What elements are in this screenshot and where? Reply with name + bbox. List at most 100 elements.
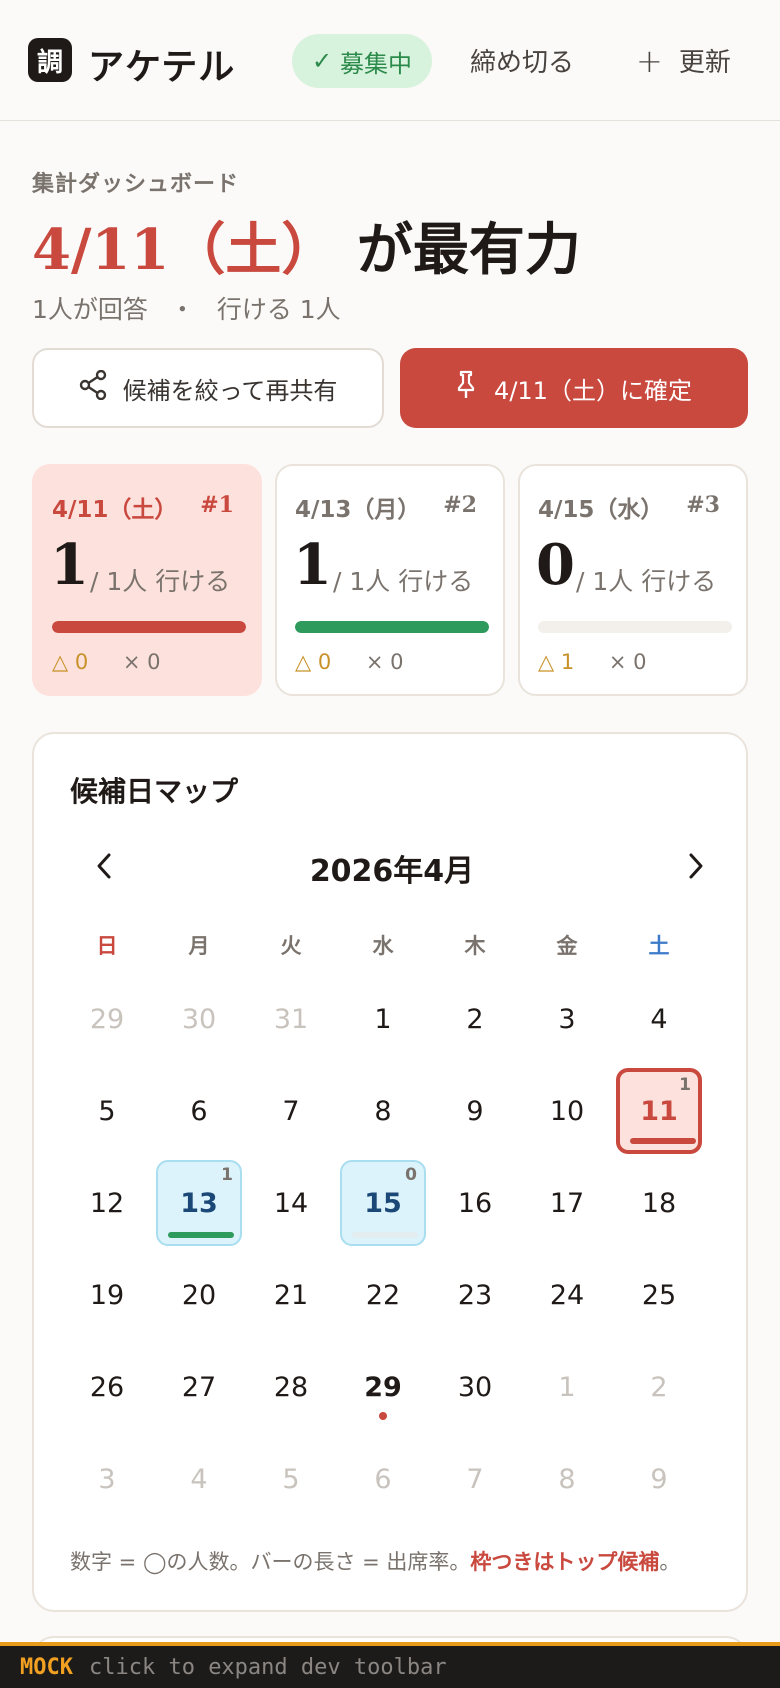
calendar-legend-note: 数字 = ◯の人数。バーの長さ = 出席率。枠つきはトップ候補。 — [70, 1546, 680, 1576]
close-poll-button[interactable]: 締め切る — [470, 42, 574, 79]
calendar-day[interactable]: 1 — [524, 1344, 610, 1430]
toolbar-hint: click to expand dev toolbar — [88, 1654, 447, 1680]
attendance-mini-bar-fill — [630, 1138, 696, 1144]
next-month-button[interactable] — [676, 846, 716, 886]
calendar-title: 候補日マップ — [70, 775, 239, 808]
calendar-day[interactable]: 25 — [616, 1252, 702, 1338]
attendance-mini-bar-fill — [168, 1232, 234, 1238]
calendar-day[interactable]: 6 — [156, 1068, 242, 1154]
calendar-day[interactable]: 8 — [524, 1436, 610, 1522]
calendar-day-candidate[interactable]: 13 1 — [156, 1160, 242, 1246]
calendar-day[interactable]: 22 — [340, 1252, 426, 1338]
reshare-button[interactable]: 候補を絞って再共有 — [32, 348, 384, 428]
calendar-day[interactable]: 7 — [432, 1436, 518, 1522]
attendance-bar — [295, 621, 489, 633]
calendar-day[interactable]: 27 — [156, 1344, 242, 1430]
calendar-day[interactable]: 26 — [64, 1344, 150, 1430]
day-number: 3 — [558, 1003, 576, 1035]
summary-separator: ・ — [169, 295, 195, 324]
day-number: 27 — [181, 1371, 217, 1403]
calendar-day[interactable]: 19 — [64, 1252, 150, 1338]
calendar-day[interactable]: 28 — [248, 1344, 334, 1430]
attendance-bar — [538, 621, 732, 633]
calendar-day[interactable]: 1 — [340, 976, 426, 1062]
calendar-day[interactable]: 8 — [340, 1068, 426, 1154]
calendar-day[interactable]: 6 — [340, 1436, 426, 1522]
candidate-available-count: 1 — [293, 532, 332, 598]
calendar-day[interactable]: 2 — [432, 976, 518, 1062]
calendar-day[interactable]: 10 — [524, 1068, 610, 1154]
status-badge[interactable]: ✓ 募集中 — [292, 34, 432, 88]
app-header: 調 アケテル ✓ 募集中 締め切る + 更新 — [0, 0, 780, 121]
legend-emphasis: 枠つきはトップ候補 — [470, 1550, 660, 1574]
status-badge-label: 募集中 — [340, 49, 413, 78]
candidate-card[interactable]: 4/15（水） #3 0 / 1人 行ける △ 1 × 0 — [518, 464, 748, 696]
calendar-day[interactable]: 31 — [248, 976, 334, 1062]
candidate-breakdown: △ 1 × 0 — [538, 650, 647, 674]
calendar-day[interactable]: 18 — [616, 1160, 702, 1246]
refresh-button[interactable]: + 更新 — [636, 42, 731, 79]
calendar-day[interactable]: 30 — [432, 1344, 518, 1430]
attendance-bar-fill — [52, 621, 246, 633]
day-number: 22 — [365, 1279, 401, 1311]
calendar-day[interactable]: 24 — [524, 1252, 610, 1338]
calendar-day[interactable]: 4 — [156, 1436, 242, 1522]
day-number: 1 — [374, 1003, 392, 1035]
calendar-day[interactable]: 3 — [64, 1436, 150, 1522]
day-number: 15 — [364, 1187, 402, 1219]
day-number: 4 — [650, 1003, 668, 1035]
calendar-day[interactable]: 23 — [432, 1252, 518, 1338]
calendar-day[interactable]: 5 — [248, 1436, 334, 1522]
day-number: 19 — [89, 1279, 125, 1311]
calendar-day[interactable]: 16 — [432, 1160, 518, 1246]
candidate-card[interactable]: 4/13（月） #2 1 / 1人 行ける △ 0 × 0 — [275, 464, 505, 696]
day-number: 17 — [549, 1187, 585, 1219]
calendar-day[interactable]: 17 — [524, 1160, 610, 1246]
calendar-day[interactable]: 30 — [156, 976, 242, 1062]
calendar-day[interactable]: 9 — [432, 1068, 518, 1154]
calendar-day[interactable]: 29 — [64, 976, 150, 1062]
maybe-count: △ 0 — [52, 650, 89, 674]
no-count: × 0 — [122, 650, 161, 674]
calendar-day-candidate[interactable]: 11 1 — [616, 1068, 702, 1154]
calendar-day[interactable]: 4 — [616, 976, 702, 1062]
calendar-day[interactable]: 5 — [64, 1068, 150, 1154]
day-number: 20 — [181, 1279, 217, 1311]
available-count: 行ける 1人 — [216, 295, 341, 324]
pin-icon — [456, 370, 476, 406]
confirm-date-button[interactable]: 4/11（土）に確定 — [400, 348, 748, 428]
candidate-breakdown: △ 0 × 0 — [52, 650, 161, 674]
calendar-day-candidate[interactable]: 15 0 — [340, 1160, 426, 1246]
calendar-day[interactable]: 14 — [248, 1160, 334, 1246]
weekday-header: 月 — [188, 934, 210, 958]
candidate-date: 4/13（月） — [295, 497, 421, 523]
calendar-day[interactable]: 20 — [156, 1252, 242, 1338]
candidate-rank: #2 — [443, 492, 477, 518]
day-number: 11 — [640, 1095, 678, 1127]
chevron-right-icon — [689, 853, 703, 879]
mock-label: MOCK — [20, 1654, 73, 1680]
calendar-day[interactable]: 3 — [524, 976, 610, 1062]
calendar-day[interactable]: 9 — [616, 1436, 702, 1522]
calendar-day[interactable]: 2 — [616, 1344, 702, 1430]
calendar-day[interactable]: 12 — [64, 1160, 150, 1246]
legend-text: 数字 = ◯の人数。バーの長さ = 出席率。 — [70, 1550, 471, 1574]
day-number: 7 — [282, 1095, 300, 1127]
app-title: アケテル — [88, 47, 236, 88]
weekday-header: 火 — [280, 934, 302, 958]
plus-icon: + — [636, 41, 663, 80]
day-number: 28 — [273, 1371, 309, 1403]
check-icon: ✓ — [311, 47, 333, 75]
candidate-available-count: 0 — [536, 532, 575, 598]
day-number: 25 — [641, 1279, 677, 1311]
today-indicator — [379, 1412, 387, 1420]
available-count-badge: 0 — [405, 1165, 417, 1185]
day-number: 8 — [374, 1095, 392, 1127]
calendar-day[interactable]: 7 — [248, 1068, 334, 1154]
calendar-day[interactable]: 21 — [248, 1252, 334, 1338]
calendar-day[interactable]: 29 — [340, 1344, 426, 1430]
candidate-total: / 1人 行ける — [90, 567, 231, 596]
dev-toolbar[interactable]: MOCK click to expand dev toolbar — [0, 1642, 780, 1688]
candidate-card[interactable]: 4/11（土） #1 1 / 1人 行ける △ 0 × 0 — [32, 464, 262, 696]
prev-month-button[interactable] — [84, 846, 124, 886]
